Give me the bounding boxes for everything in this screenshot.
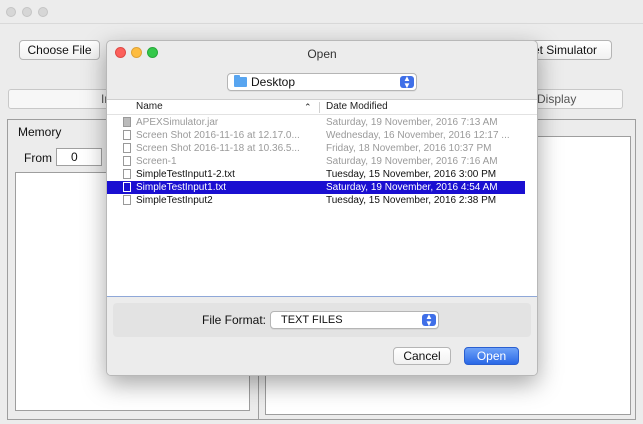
document-icon [123, 169, 131, 179]
file-name: SimpleTestInput2 [136, 195, 213, 206]
file-row[interactable]: Screen Shot 2016-11-18 at 10.36.5... Fri… [107, 142, 525, 155]
open-dialog: Open Desktop ▲ ▼ Name ⌃ Date Modified APE… [106, 40, 538, 376]
app-close-icon[interactable] [6, 7, 16, 17]
file-format-popup[interactable]: TEXT FILES ▲ ▼ [270, 311, 439, 329]
file-row[interactable]: SimpleTestInput1-2.txt Tuesday, 15 Novem… [107, 168, 525, 181]
document-icon [123, 195, 131, 205]
file-date: Tuesday, 15 November, 2016 3:00 PM [326, 169, 497, 180]
app-titlebar [0, 0, 643, 24]
file-date: Saturday, 19 November, 2016 4:54 AM [326, 182, 498, 193]
file-name: SimpleTestInput1.txt [136, 182, 227, 193]
image-file-icon [123, 143, 131, 153]
file-row-selected[interactable]: SimpleTestInput1.txt Saturday, 19 Novemb… [107, 181, 525, 194]
file-format-label: File Format: [202, 313, 267, 327]
image-file-icon [123, 156, 131, 166]
dialog-title: Open [307, 47, 337, 61]
app-zoom-icon[interactable] [38, 7, 48, 17]
popup-stepper-icon: ▲ ▼ [422, 313, 436, 328]
location-label: Desktop [251, 75, 296, 89]
file-row[interactable]: SimpleTestInput2 Tuesday, 15 November, 2… [107, 194, 525, 207]
cancel-button[interactable]: Cancel [393, 347, 451, 365]
dialog-bottom: File Format: TEXT FILES ▲ ▼ Cancel Open [107, 299, 537, 375]
file-row[interactable]: Screen-1 Saturday, 19 November, 2016 7:1… [107, 155, 525, 168]
format-bar: File Format: TEXT FILES ▲ ▼ [113, 303, 531, 337]
zoom-icon[interactable] [147, 47, 158, 58]
folder-icon [234, 75, 247, 87]
file-row[interactable]: Screen Shot 2016-11-16 at 12.17.0... Wed… [107, 129, 525, 142]
popup-stepper-icon: ▲ ▼ [400, 75, 414, 90]
file-date: Wednesday, 16 November, 2016 12:17 ... [326, 130, 510, 141]
header-divider [107, 114, 537, 115]
file-name: APEXSimulator.jar [136, 117, 219, 128]
file-name: Screen Shot 2016-11-18 at 10.36.5... [136, 143, 300, 154]
file-date: Tuesday, 15 November, 2016 2:38 PM [326, 195, 497, 206]
choose-file-button[interactable]: Choose File [19, 40, 100, 60]
image-file-icon [123, 130, 131, 140]
from-input[interactable]: 0 [56, 148, 102, 166]
minimize-icon[interactable] [131, 47, 142, 58]
column-divider [319, 102, 320, 113]
file-name: Screen Shot 2016-11-16 at 12.17.0... [136, 130, 300, 141]
file-format-value: TEXT FILES [281, 314, 343, 326]
close-icon[interactable] [115, 47, 126, 58]
file-row[interactable]: APEXSimulator.jar Saturday, 19 November,… [107, 116, 525, 129]
location-popup[interactable]: Desktop ▲ ▼ [227, 73, 417, 91]
file-date: Saturday, 19 November, 2016 7:16 AM [326, 156, 498, 167]
document-icon [123, 182, 131, 192]
file-name: Screen-1 [136, 156, 177, 167]
jar-file-icon [123, 117, 131, 127]
file-list[interactable]: Name ⌃ Date Modified APEXSimulator.jar S… [107, 99, 537, 297]
file-date: Saturday, 19 November, 2016 7:13 AM [326, 117, 498, 128]
column-header-date[interactable]: Date Modified [326, 100, 388, 114]
sort-chevron-up-icon[interactable]: ⌃ [304, 100, 312, 114]
app-minimize-icon[interactable] [22, 7, 32, 17]
open-button[interactable]: Open [464, 347, 519, 365]
file-name: SimpleTestInput1-2.txt [136, 169, 235, 180]
memory-label: Memory [18, 125, 62, 139]
from-label: From [24, 151, 52, 165]
column-header-name[interactable]: Name [136, 100, 163, 114]
file-date: Friday, 18 November, 2016 10:37 PM [326, 143, 492, 154]
